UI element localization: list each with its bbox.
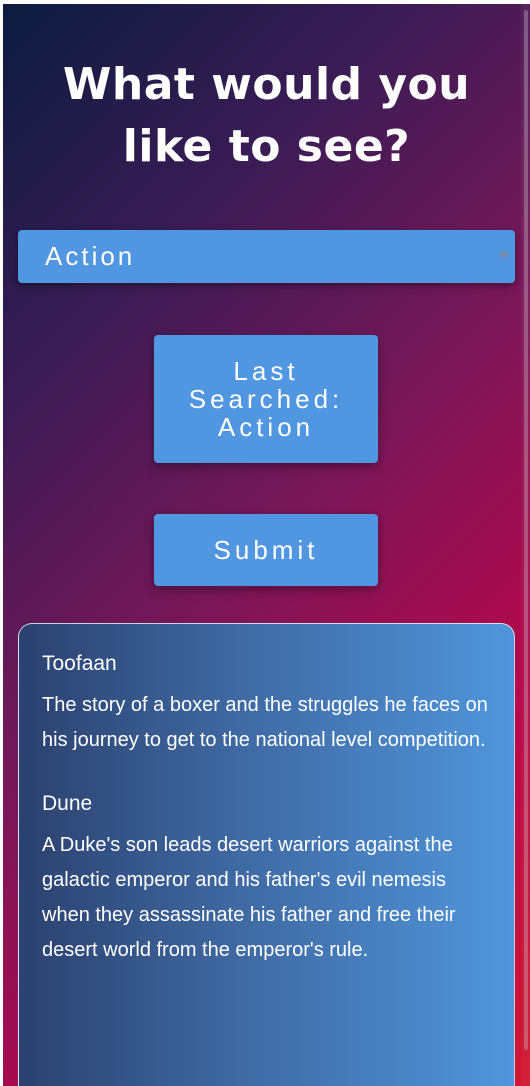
last-searched-button[interactable]: Last Searched: Action (154, 335, 378, 463)
movie-item: Toofaan The story of a boxer and the str… (42, 648, 490, 758)
last-searched-line-3: Action (217, 412, 315, 442)
page-title-line-1: What would you (62, 59, 471, 110)
page-background: What would you like to see? Action Last … (3, 4, 530, 1086)
genre-select-value: Action (45, 241, 136, 271)
page-title-line-2: like to see? (122, 121, 411, 172)
results-panel: Toofaan The story of a boxer and the str… (18, 623, 515, 1086)
page-title: What would you like to see? (3, 54, 530, 178)
genre-select[interactable]: Action (18, 230, 515, 283)
movie-title: Toofaan (42, 652, 117, 675)
chevron-down-icon (499, 252, 509, 259)
last-searched-line-1: Last (233, 356, 299, 386)
movie-item: Dune A Duke's son leads desert warriors … (42, 788, 490, 968)
last-searched-line-2: Searched: (188, 384, 344, 414)
movie-description: A Duke's son leads desert warriors again… (42, 834, 456, 961)
movie-title: Dune (42, 792, 93, 815)
movie-description: The story of a boxer and the struggles h… (42, 694, 488, 751)
submit-button[interactable]: Submit (154, 514, 378, 586)
